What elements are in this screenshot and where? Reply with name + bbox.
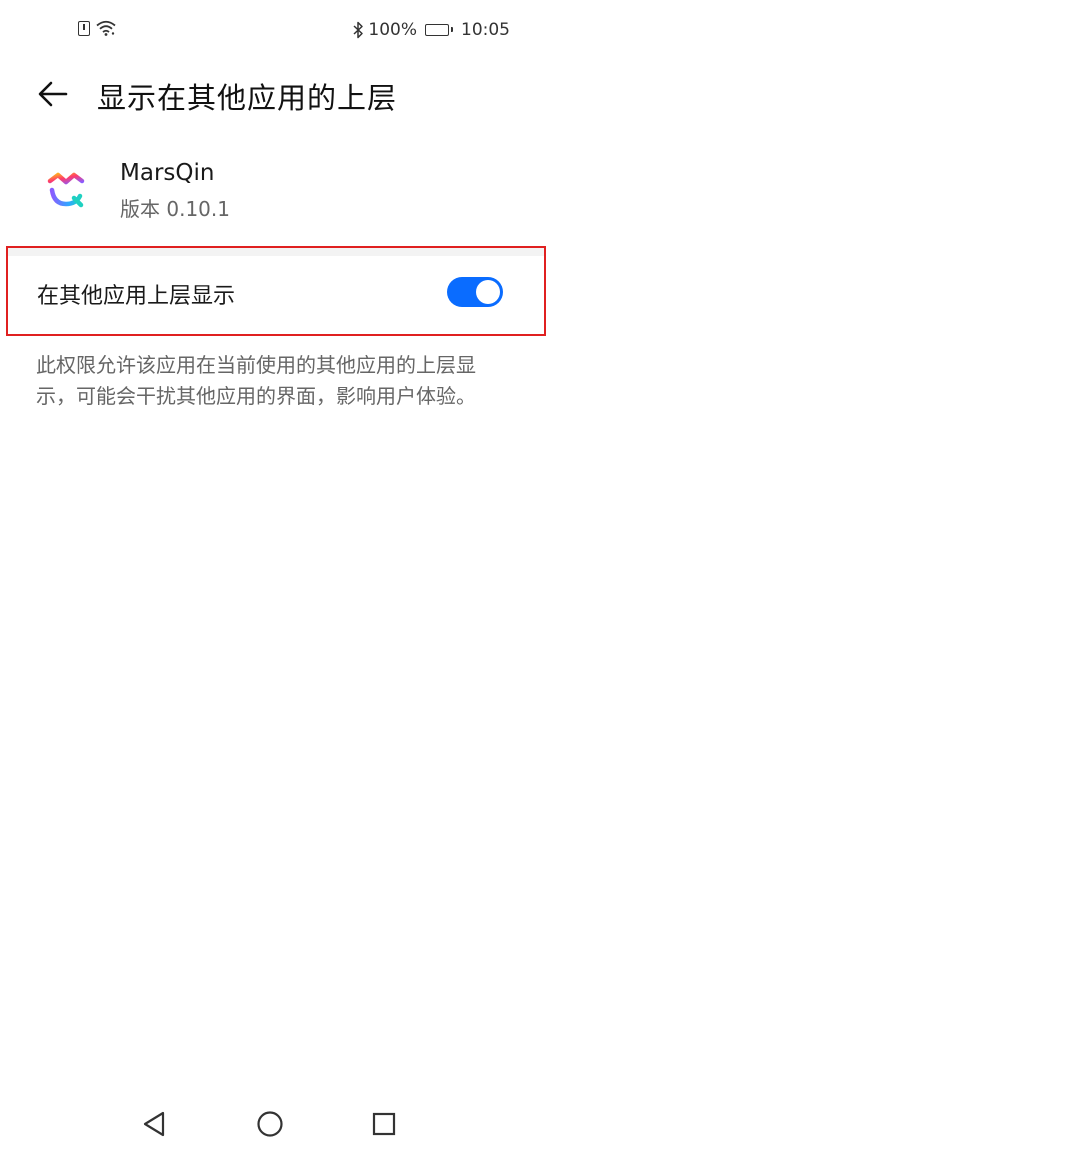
sim-alert-icon: [78, 20, 90, 36]
nav-bar: [0, 1096, 546, 1152]
home-circle-icon: [257, 1111, 283, 1137]
permission-label: 在其他应用上层显示: [37, 284, 236, 309]
back-arrow-icon: [38, 81, 68, 107]
marsqin-logo-icon: [47, 172, 85, 208]
app-info: MarsQin 版本 0.10.1: [0, 152, 546, 236]
back-triangle-icon: [143, 1111, 165, 1137]
status-right: 100% 10:05: [353, 20, 510, 40]
page-title: 显示在其他应用的上层: [97, 81, 398, 115]
switch-knob: [476, 280, 500, 304]
back-button[interactable]: [28, 72, 78, 116]
nav-back-button[interactable]: [136, 1108, 172, 1140]
recents-square-icon: [372, 1112, 396, 1136]
wifi-icon: [96, 20, 116, 36]
status-left: [78, 20, 116, 36]
status-time: 10:05: [461, 20, 510, 40]
nav-home-button[interactable]: [252, 1108, 288, 1140]
screen: 100% 10:05 显示在其他应用的上层 MarsQin 版本 0.10.1 …: [0, 0, 1080, 1154]
battery-percent: 100%: [368, 20, 417, 40]
battery-icon: [425, 24, 453, 36]
nav-recents-button[interactable]: [366, 1108, 402, 1140]
overlay-permission-switch[interactable]: [447, 277, 503, 307]
status-bar: 100% 10:05: [0, 14, 546, 48]
app-name: MarsQin: [120, 160, 215, 186]
app-version: 版本 0.10.1: [120, 197, 230, 221]
permission-toggle-row[interactable]: 在其他应用上层显示: [6, 246, 546, 336]
permission-description: 此权限允许该应用在当前使用的其他应用的上层显示，可能会干扰其他应用的界面，影响用…: [36, 353, 476, 408]
bluetooth-icon: [353, 21, 364, 39]
title-bar: 显示在其他应用的上层: [0, 62, 546, 126]
